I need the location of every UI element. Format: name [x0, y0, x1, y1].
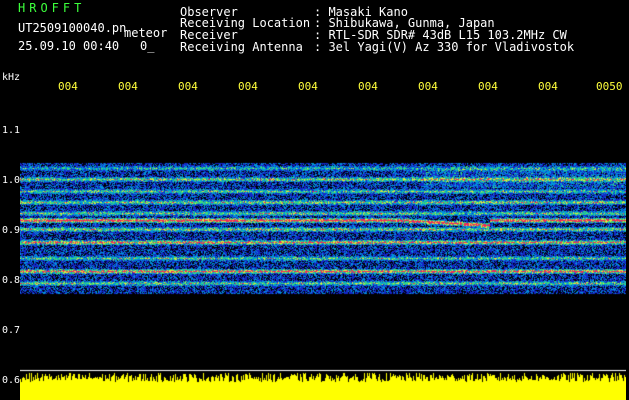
y-tick: 0.6 — [2, 375, 21, 386]
x-tick: 004 — [238, 80, 258, 93]
unit-label: kHz — [2, 72, 21, 83]
y-tick: 0.8 — [2, 275, 21, 286]
y-tick: 0.9 — [2, 225, 21, 236]
file-name: UT2509100040.pn — [18, 21, 127, 35]
x-tick: 004 — [298, 80, 318, 93]
spectrogram-waterfall — [20, 96, 626, 400]
field-value: : 3el Yagi(V) Az 330 for Vladivostok — [314, 40, 575, 54]
counter-label: 0_ — [140, 39, 155, 53]
date-time: 25.09.10 00:40 — [18, 39, 120, 53]
app-brand: HROFFT — [18, 1, 86, 15]
x-tick: 004 — [358, 80, 378, 93]
x-tick: 004 — [178, 80, 198, 93]
y-tick: 1.0 — [2, 175, 21, 186]
y-tick: 0.7 — [2, 325, 21, 336]
field-label: Receiving Antenna — [180, 40, 303, 54]
mode-label: meteor — [124, 26, 168, 40]
x-tick: 0050 — [596, 80, 623, 93]
x-tick: 004 — [58, 80, 78, 93]
y-tick: 1.1 — [2, 125, 21, 136]
x-tick: 004 — [478, 80, 498, 93]
x-tick: 004 — [118, 80, 138, 93]
x-tick: 004 — [418, 80, 438, 93]
x-tick: 004 — [538, 80, 558, 93]
